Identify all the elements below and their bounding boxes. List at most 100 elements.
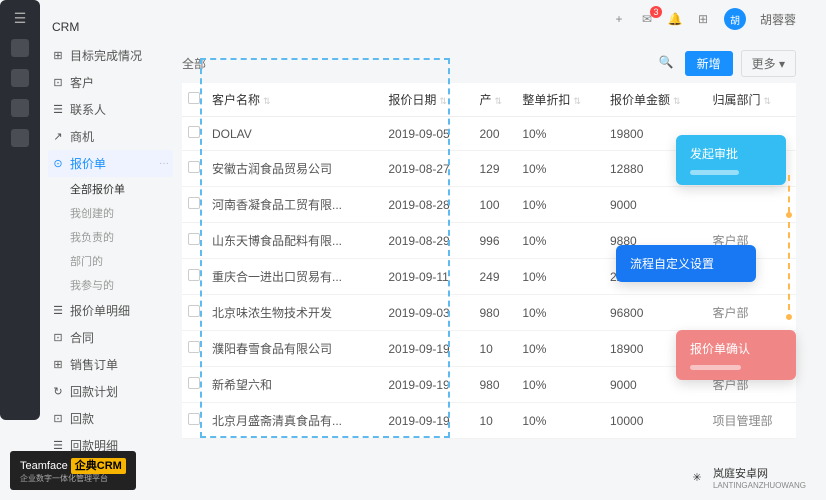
mail-icon[interactable]: ✉ (640, 12, 654, 26)
cell-date: 2019-08-29 (382, 223, 473, 259)
sidebar-item[interactable]: ☰报价单明细 (48, 297, 173, 324)
flow-line (788, 222, 790, 310)
cell-disc: 10% (516, 331, 604, 367)
checkbox[interactable] (188, 161, 200, 173)
new-button[interactable]: 新增 (685, 51, 733, 76)
checkbox[interactable] (188, 233, 200, 245)
checkbox[interactable] (188, 126, 200, 138)
sidebar-item[interactable]: ↻ 回款计划 (48, 378, 173, 405)
menu-icon[interactable]: ☰ (14, 10, 27, 27)
bell-icon[interactable]: 🔔 (668, 12, 682, 26)
nav-icon: ☰ (52, 305, 64, 317)
sort-icon[interactable]: ⇅ (573, 96, 581, 106)
rail-item[interactable] (11, 99, 29, 117)
sidebar-item[interactable]: ⊙报价单··· (48, 150, 173, 177)
sort-icon[interactable]: ⇅ (439, 96, 447, 106)
sidebar-item[interactable]: ⊡ 客户 (48, 69, 173, 96)
nav-icon: ☰ (52, 440, 64, 452)
checkbox[interactable] (188, 413, 200, 425)
cell-prod: 249 (473, 259, 516, 295)
grid-icon[interactable]: ⊞ (696, 12, 710, 26)
flow-dot (784, 312, 794, 322)
nav-label: 销售订单 (70, 356, 118, 373)
column-header[interactable]: 报价日期⇅ (382, 83, 473, 117)
cell-amount: 10000 (604, 403, 707, 439)
cell-prod: 10 (473, 403, 516, 439)
flow-line (788, 175, 790, 213)
column-header[interactable]: 客户名称⇅ (206, 83, 382, 117)
sidebar-item[interactable]: ⊞目标完成情况 (48, 42, 173, 69)
avatar[interactable]: 胡 (724, 8, 746, 30)
rail-item[interactable] (11, 69, 29, 87)
checkbox[interactable] (188, 269, 200, 281)
plus-icon[interactable]: + (612, 12, 626, 26)
more-button[interactable]: 更多 ▾ (741, 50, 796, 77)
sidebar-subitem[interactable]: 我创建的 (70, 201, 173, 225)
topbar: + ✉ 🔔 ⊞ 胡 胡蓉蓉 (612, 8, 796, 30)
cell-prod: 10 (473, 331, 516, 367)
cell-name: 北京味浓生物技术开发 (206, 295, 382, 331)
callout-label: 发起审批 (690, 145, 772, 162)
cell-disc: 10% (516, 367, 604, 403)
sidebar-subitem[interactable]: 我参与的 (70, 273, 173, 297)
cell-name: 重庆合一进出口贸易有... (206, 259, 382, 295)
nav-icon: ⊡ (52, 77, 64, 89)
column-header[interactable]: 整单折扣⇅ (516, 83, 604, 117)
nav-label: 客户 (70, 74, 94, 91)
column-header[interactable] (182, 83, 206, 117)
cell-date: 2019-09-19 (382, 403, 473, 439)
cell-prod: 980 (473, 295, 516, 331)
nav-icon: ↻ (52, 386, 64, 398)
sort-icon[interactable]: ⇅ (764, 96, 772, 106)
cell-prod: 996 (473, 223, 516, 259)
checkbox[interactable] (188, 197, 200, 209)
sidebar-item[interactable]: ☰联系人 (48, 96, 173, 123)
sidebar-item[interactable]: ⊞销售订单 (48, 351, 173, 378)
search-icon[interactable]: 🔍 (659, 55, 677, 73)
cell-amount: 9000 (604, 187, 707, 223)
column-header[interactable]: 归属部门⇅ (707, 83, 796, 117)
sort-icon[interactable]: ⇅ (494, 96, 502, 106)
sidebar-subitem[interactable]: 部门的 (70, 249, 173, 273)
checkbox[interactable] (188, 305, 200, 317)
cell-dept (707, 187, 796, 223)
sort-icon[interactable]: ⇅ (673, 96, 681, 106)
sidebar-item[interactable]: ↗商机 (48, 123, 173, 150)
table-row[interactable]: 北京月盛斋清真食品有...2019-09-191010%10000项目管理部 (182, 403, 796, 439)
checkbox[interactable] (188, 377, 200, 389)
cell-date: 2019-08-28 (382, 187, 473, 223)
nav-label: 联系人 (70, 101, 106, 118)
column-header[interactable]: 产⇅ (473, 83, 516, 117)
cell-dept: 客户部 (707, 295, 796, 331)
tab-all[interactable]: 全部 (182, 55, 206, 72)
sidebar-subitem[interactable]: 全部报价单 (70, 177, 173, 201)
cell-date: 2019-09-19 (382, 367, 473, 403)
toolbar: 全部 🔍 新增 更多 ▾ (182, 50, 796, 77)
more-icon[interactable]: ··· (159, 158, 169, 169)
callout-label: 报价单确认 (690, 340, 782, 357)
cell-date: 2019-08-27 (382, 151, 473, 187)
table-row[interactable]: 河南香凝食品工贸有限...2019-08-2810010%9000 (182, 187, 796, 223)
checkbox[interactable] (188, 341, 200, 353)
nav-label: 回款计划 (70, 383, 118, 400)
cell-name: DOLAV (206, 117, 382, 151)
nav-icon: ⊞ (52, 50, 64, 62)
cell-prod: 129 (473, 151, 516, 187)
rail-item[interactable] (11, 129, 29, 147)
cell-dept: 项目管理部 (707, 403, 796, 439)
sort-icon[interactable]: ⇅ (263, 96, 271, 106)
nav-icon: ↗ (52, 131, 64, 143)
cell-name: 新希望六和 (206, 367, 382, 403)
sidebar-subitem[interactable]: 我负责的 (70, 225, 173, 249)
checkbox[interactable] (188, 92, 200, 104)
module-title: CRM (48, 20, 173, 34)
cell-name: 北京月盛斋清真食品有... (206, 403, 382, 439)
table-row[interactable]: 北京味浓生物技术开发2019-09-0398010%96800客户部 (182, 295, 796, 331)
sidebar-item[interactable]: ⊡回款 (48, 405, 173, 432)
column-header[interactable]: 报价单金额⇅ (604, 83, 707, 117)
rail-item[interactable] (11, 39, 29, 57)
nav-label: 合同 (70, 329, 94, 346)
watermark-site: ✳ 岚庭安卓网 LANTINGANZHUOWANG (685, 465, 806, 490)
sidebar: CRM ⊞目标完成情况⊡客户☰联系人↗商机⊙报价单··· 全部报价单我创建的我负… (48, 20, 173, 459)
sidebar-item[interactable]: ⊡合同 (48, 324, 173, 351)
